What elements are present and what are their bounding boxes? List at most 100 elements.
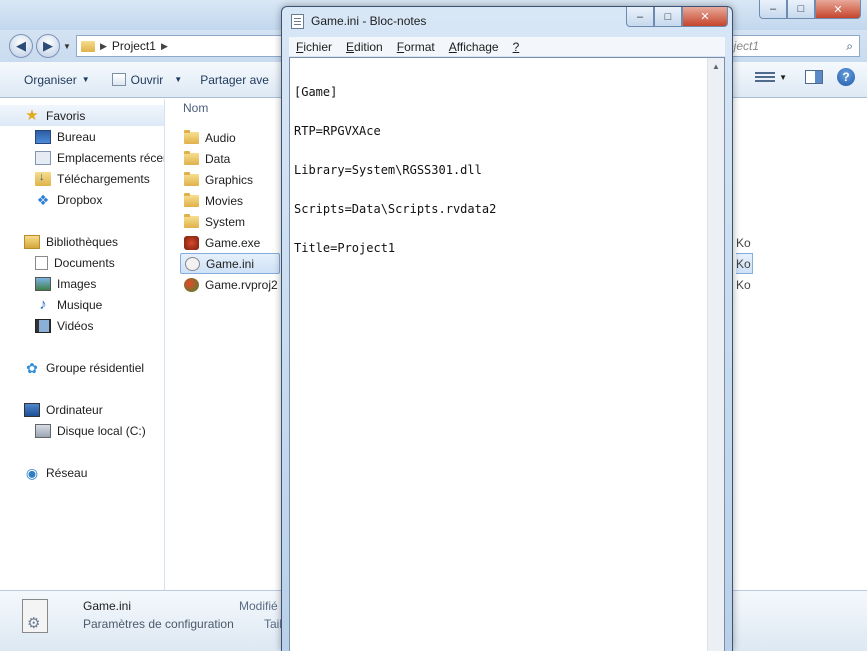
arrow-left-icon: ◀ (16, 38, 26, 53)
nav-computer[interactable]: Ordinateur (0, 399, 164, 420)
column-header-name[interactable]: Nom (183, 101, 208, 115)
file-name: Game.exe (205, 235, 261, 250)
forward-button[interactable]: ▶ (36, 34, 60, 58)
view-options-icon[interactable] (755, 69, 776, 85)
recent-pages-dropdown[interactable]: ▼ (63, 42, 71, 51)
file-row-movies[interactable]: Movies (180, 190, 280, 211)
library-icon (24, 234, 40, 249)
menu-help[interactable]: ? (506, 40, 527, 54)
search-input[interactable]: oject1 ⌕ (722, 35, 860, 57)
computer-icon (24, 402, 40, 417)
nav-item-label: Documents (54, 255, 115, 270)
file-row-audio[interactable]: Audio (180, 127, 280, 148)
size-cell: Ko (736, 235, 751, 250)
recent-places-icon (35, 150, 51, 165)
file-name: System (205, 214, 246, 229)
maximize-button[interactable]: □ (787, 0, 815, 19)
file-row-data[interactable]: Data (180, 148, 280, 169)
vertical-scrollbar[interactable]: ▲ (707, 58, 724, 651)
rpg-maker-game-icon (184, 235, 199, 250)
search-icon[interactable]: ⌕ (846, 39, 853, 54)
menu-accelerator: ? (512, 39, 520, 54)
notepad-icon[interactable] (291, 14, 304, 29)
open-label: Ouvrir (130, 72, 164, 87)
notepad-window: Game.ini - Bloc-notes – □ ✕ Fichier Edit… (281, 6, 733, 651)
caret-down-icon: ▼ (81, 75, 90, 84)
chevron-right-icon[interactable]: ▶ (161, 41, 168, 52)
menu-accelerator: A (448, 39, 457, 54)
text-line: [Game] (294, 85, 338, 99)
nav-item-label: Téléchargements (57, 171, 150, 186)
notepad-content[interactable]: [Game] RTP=RPGVXAce Library=System\RGSS3… (294, 60, 704, 281)
minimize-button[interactable]: – (759, 0, 787, 19)
menu-edit[interactable]: Edition (339, 40, 390, 54)
notepad-caption-buttons: – □ ✕ (626, 7, 728, 27)
size-cell: Ko (736, 277, 751, 292)
menu-file[interactable]: Fichier (289, 40, 339, 54)
nav-item-images[interactable]: Images (0, 273, 164, 294)
nav-item-dropbox[interactable]: ❖ Dropbox (0, 189, 164, 210)
text-line: Library=System\RGSS301.dll (294, 163, 482, 177)
file-list: Audio Data Graphics Movies System Game.e… (180, 127, 280, 295)
menu-label: ormat (404, 39, 435, 54)
notepad-titlebar[interactable]: Game.ini - Bloc-notes – □ ✕ (282, 7, 732, 33)
nav-item-label: Dropbox (57, 192, 103, 207)
help-icon[interactable]: ? (837, 68, 855, 86)
details-modified-label: Modifié (239, 599, 278, 613)
caret-down-icon[interactable]: ▼ (779, 73, 787, 82)
file-row-game-rvproj2[interactable]: Game.rvproj2 (180, 274, 280, 295)
close-button[interactable]: ✕ (682, 7, 728, 27)
file-row-system[interactable]: System (180, 211, 280, 232)
nav-libraries-label: Bibliothèques (46, 234, 119, 249)
videos-icon (35, 318, 51, 333)
share-button[interactable]: Partager ave (192, 68, 277, 92)
close-button[interactable]: ✕ (815, 0, 861, 19)
nav-item-local-disk[interactable]: Disque local (C:) (0, 420, 164, 441)
view-controls: ▼ ? (755, 68, 867, 86)
breadcrumb-project1[interactable]: Project1 (112, 39, 156, 53)
nav-homegroup-label: Groupe résidentiel (46, 360, 145, 375)
back-button[interactable]: ◀ (9, 34, 33, 58)
nav-homegroup[interactable]: ✿ Groupe résidentiel (0, 357, 164, 378)
file-name: Data (205, 151, 231, 166)
nav-item-recent-places[interactable]: Emplacements récer (0, 147, 164, 168)
explorer-caption-buttons: – □ ✕ (759, 0, 861, 19)
file-row-game-exe[interactable]: Game.exe (180, 232, 280, 253)
file-row-graphics[interactable]: Graphics (180, 169, 280, 190)
preview-pane-icon[interactable] (805, 70, 823, 84)
folder-icon (184, 171, 199, 186)
notepad-menubar: Fichier Edition Format Affichage ? (289, 37, 725, 56)
nav-libraries[interactable]: Bibliothèques (0, 231, 164, 252)
minimize-button[interactable]: – (626, 7, 654, 27)
computer-group: Ordinateur Disque local (C:) (0, 399, 164, 441)
navigation-pane: ★ Favoris Bureau Emplacements récer Télé… (0, 99, 165, 590)
notepad-text-area[interactable]: [Game] RTP=RPGVXAce Library=System\RGSS3… (289, 57, 725, 651)
arrow-right-icon: ▶ (43, 38, 53, 53)
nav-item-desktop[interactable]: Bureau (0, 126, 164, 147)
scroll-up-icon[interactable]: ▲ (708, 58, 724, 75)
organize-button[interactable]: Organiser ▼ (16, 68, 98, 92)
nav-item-videos[interactable]: Vidéos (0, 315, 164, 336)
menu-accelerator: E (346, 39, 355, 54)
menu-label: dition (354, 39, 383, 54)
menu-view[interactable]: Affichage (442, 40, 506, 54)
nav-item-label: Images (57, 276, 97, 291)
nav-item-downloads[interactable]: Téléchargements (0, 168, 164, 189)
file-row-game-ini[interactable]: Game.ini (180, 253, 280, 274)
nav-item-music[interactable]: ♪ Musique (0, 294, 164, 315)
nav-item-label: Disque local (C:) (57, 423, 146, 438)
folder-icon (81, 40, 95, 52)
dropbox-icon: ❖ (36, 191, 50, 208)
file-name: Audio (205, 130, 236, 145)
chevron-right-icon[interactable]: ▶ (100, 41, 107, 52)
nav-favorites[interactable]: ★ Favoris (0, 105, 164, 126)
nav-item-documents[interactable]: Documents (0, 252, 164, 273)
nav-item-label: Bureau (57, 129, 96, 144)
nav-network[interactable]: ◉ Réseau (0, 462, 164, 483)
settings-file-icon (22, 599, 48, 633)
open-button[interactable]: Ouvrir ▼ (104, 68, 191, 92)
menu-format[interactable]: Format (390, 40, 442, 54)
nav-computer-label: Ordinateur (46, 402, 103, 417)
hard-disk-icon (35, 423, 51, 438)
maximize-button[interactable]: □ (654, 7, 682, 27)
